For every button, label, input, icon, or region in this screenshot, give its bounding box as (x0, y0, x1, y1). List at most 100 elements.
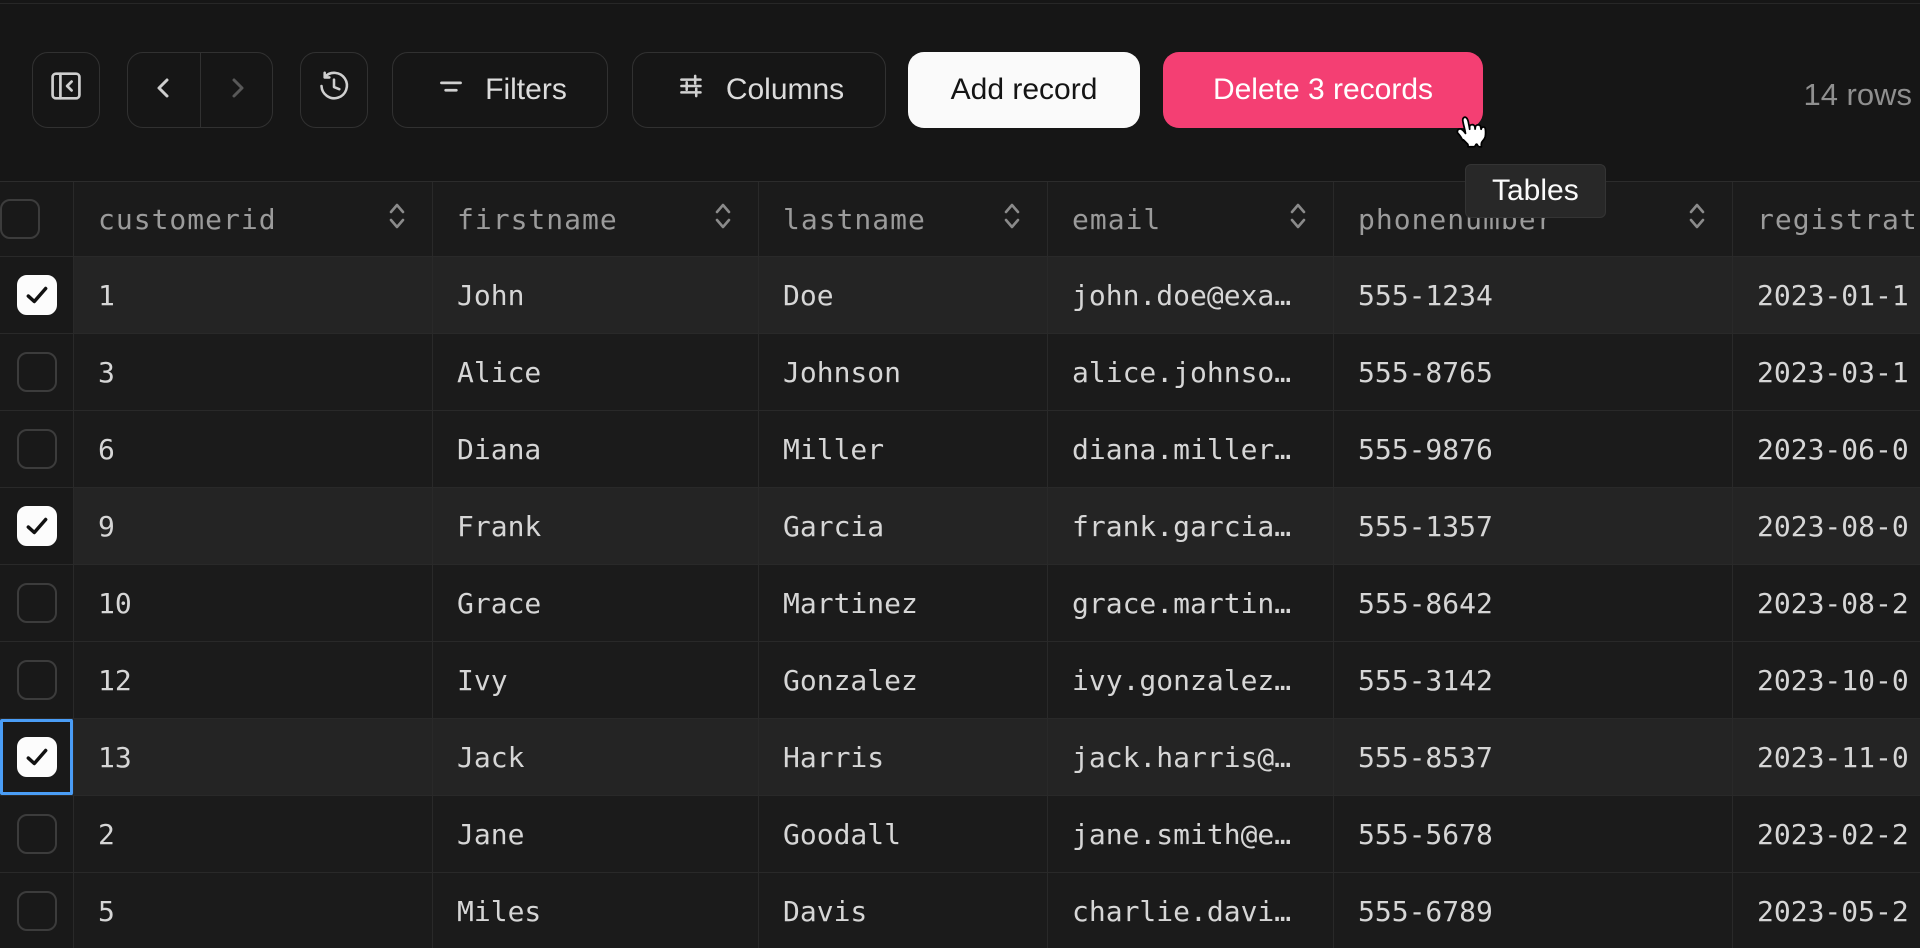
row-select-cell (0, 796, 74, 872)
cell-registrationdate[interactable]: 2023-08-0 (1733, 488, 1920, 564)
cell-firstname[interactable]: Ivy (433, 642, 759, 718)
column-header-label: firstname (457, 203, 618, 236)
row-select-cell (0, 257, 74, 333)
cell-customerid[interactable]: 10 (74, 565, 433, 641)
cell-phonenumber[interactable]: 555-3142 (1334, 642, 1733, 718)
row-checkbox[interactable] (17, 737, 57, 777)
cell-email[interactable]: frank.garcia… (1048, 488, 1334, 564)
delete-records-button[interactable]: Delete 3 records (1163, 52, 1483, 128)
cell-firstname[interactable]: Jane (433, 796, 759, 872)
cell-lastname[interactable]: Miller (759, 411, 1048, 487)
column-header-label: email (1072, 203, 1161, 236)
cell-firstname[interactable]: Grace (433, 565, 759, 641)
cell-customerid[interactable]: 6 (74, 411, 433, 487)
cell-lastname[interactable]: Davis (759, 873, 1048, 948)
row-checkbox[interactable] (17, 429, 57, 469)
row-checkbox[interactable] (17, 275, 57, 315)
cell-firstname[interactable]: Diana (433, 411, 759, 487)
column-header-customerid[interactable]: customerid (74, 182, 433, 256)
filter-icon (433, 68, 469, 112)
row-select-cell (0, 873, 74, 948)
cell-email[interactable]: john.doe@exa… (1048, 257, 1334, 333)
row-checkbox[interactable] (17, 583, 57, 623)
row-select-cell (0, 719, 74, 795)
filters-button[interactable]: Filters (392, 52, 608, 128)
chevron-right-icon (222, 73, 252, 108)
cell-phonenumber[interactable]: 555-1357 (1334, 488, 1733, 564)
cell-firstname[interactable]: John (433, 257, 759, 333)
cell-registrationdate[interactable]: 2023-06-0 (1733, 411, 1920, 487)
table-row: 5MilesDavischarlie.davi…555-67892023-05-… (0, 873, 1920, 948)
cell-email[interactable]: jane.smith@e… (1048, 796, 1334, 872)
columns-button[interactable]: Columns (632, 52, 886, 128)
cell-phonenumber[interactable]: 555-8537 (1334, 719, 1733, 795)
cell-firstname[interactable]: Frank (433, 488, 759, 564)
sort-icon[interactable] (1273, 200, 1311, 239)
cell-registrationdate[interactable]: 2023-01-1 (1733, 257, 1920, 333)
cell-registrationdate[interactable]: 2023-02-2 (1733, 796, 1920, 872)
cell-phonenumber[interactable]: 555-8765 (1334, 334, 1733, 410)
row-checkbox[interactable] (17, 352, 57, 392)
cell-lastname[interactable]: Doe (759, 257, 1048, 333)
column-header-registrationdate[interactable]: registrat (1733, 182, 1920, 256)
cell-lastname[interactable]: Johnson (759, 334, 1048, 410)
sort-icon[interactable] (1672, 200, 1710, 239)
column-header-firstname[interactable]: firstname (433, 182, 759, 256)
cell-customerid[interactable]: 5 (74, 873, 433, 948)
cell-email[interactable]: diana.miller… (1048, 411, 1334, 487)
cell-lastname[interactable]: Gonzalez (759, 642, 1048, 718)
cell-firstname[interactable]: Miles (433, 873, 759, 948)
cell-registrationdate[interactable]: 2023-05-2 (1733, 873, 1920, 948)
add-record-button[interactable]: Add record (908, 52, 1140, 128)
forward-button[interactable] (200, 53, 272, 127)
row-checkbox[interactable] (17, 891, 57, 931)
cell-email[interactable]: alice.johnso… (1048, 334, 1334, 410)
cell-registrationdate[interactable]: 2023-11-0 (1733, 719, 1920, 795)
cell-lastname[interactable]: Martinez (759, 565, 1048, 641)
sort-icon[interactable] (698, 200, 736, 239)
column-header-label: registrat (1757, 203, 1918, 236)
table-row: 2JaneGoodalljane.smith@e…555-56782023-02… (0, 796, 1920, 873)
cell-phonenumber[interactable]: 555-8642 (1334, 565, 1733, 641)
back-button[interactable] (128, 53, 200, 127)
sort-icon[interactable] (372, 200, 410, 239)
cell-email[interactable]: jack.harris@… (1048, 719, 1334, 795)
cell-customerid[interactable]: 9 (74, 488, 433, 564)
cell-phonenumber[interactable]: 555-5678 (1334, 796, 1733, 872)
cell-phonenumber[interactable]: 555-6789 (1334, 873, 1733, 948)
column-header-lastname[interactable]: lastname (759, 182, 1048, 256)
cell-firstname[interactable]: Alice (433, 334, 759, 410)
delete-records-button-label: Delete 3 records (1213, 73, 1433, 107)
cell-customerid[interactable]: 3 (74, 334, 433, 410)
cell-email[interactable]: charlie.davi… (1048, 873, 1334, 948)
cell-customerid[interactable]: 2 (74, 796, 433, 872)
row-checkbox[interactable] (17, 814, 57, 854)
cell-registrationdate[interactable]: 2023-10-0 (1733, 642, 1920, 718)
cell-customerid[interactable]: 1 (74, 257, 433, 333)
column-header-label: lastname (783, 203, 926, 236)
row-checkbox[interactable] (17, 660, 57, 700)
refresh-history-button[interactable] (300, 52, 368, 128)
row-checkbox[interactable] (17, 506, 57, 546)
cell-phonenumber[interactable]: 555-9876 (1334, 411, 1733, 487)
toggle-sidebar-button[interactable] (32, 52, 100, 128)
cell-customerid[interactable]: 12 (74, 642, 433, 718)
cell-firstname[interactable]: Jack (433, 719, 759, 795)
select-all-checkbox[interactable] (0, 199, 40, 239)
cell-lastname[interactable]: Harris (759, 719, 1048, 795)
table-row: 12IvyGonzalezivy.gonzalez…555-31422023-1… (0, 642, 1920, 719)
cell-lastname[interactable]: Garcia (759, 488, 1048, 564)
table-viewport: customeridfirstnamelastnameemailphonenum… (0, 181, 1920, 948)
cell-registrationdate[interactable]: 2023-03-1 (1733, 334, 1920, 410)
cell-email[interactable]: grace.martin… (1048, 565, 1334, 641)
filters-button-label: Filters (485, 73, 567, 107)
column-header-email[interactable]: email (1048, 182, 1334, 256)
table-row: 3AliceJohnsonalice.johnso…555-87652023-0… (0, 334, 1920, 411)
sort-icon[interactable] (987, 200, 1025, 239)
table-row: 13JackHarrisjack.harris@…555-85372023-11… (0, 719, 1920, 796)
cell-customerid[interactable]: 13 (74, 719, 433, 795)
cell-registrationdate[interactable]: 2023-08-2 (1733, 565, 1920, 641)
cell-email[interactable]: ivy.gonzalez… (1048, 642, 1334, 718)
cell-lastname[interactable]: Goodall (759, 796, 1048, 872)
cell-phonenumber[interactable]: 555-1234 (1334, 257, 1733, 333)
